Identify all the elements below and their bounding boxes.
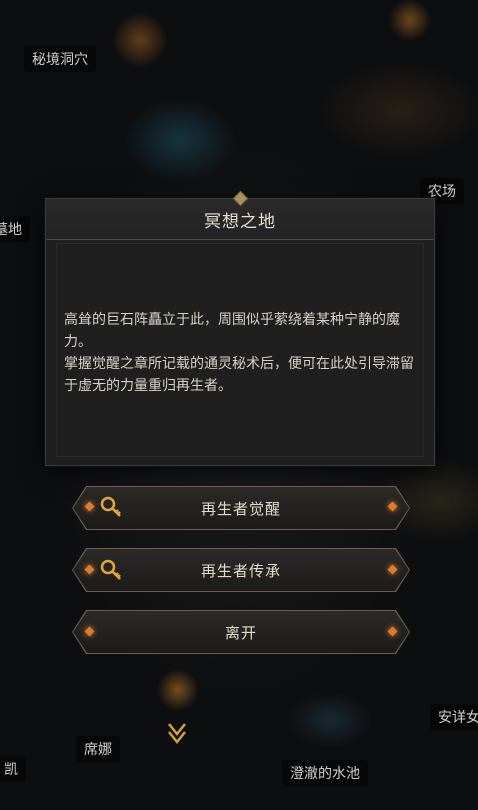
dialog-paragraph-1: 高耸的巨石阵矗立于此，周围似乎萦绕着某种宁静的魔力。: [64, 312, 400, 350]
awaken-button-label[interactable]: 再生者觉醒: [73, 487, 409, 529]
leave-button-label[interactable]: 离开: [73, 611, 409, 653]
location-dialog: 冥想之地 高耸的巨石阵矗立于此，周围似乎萦绕着某种宁静的魔力。 掌握觉醒之章所记…: [45, 190, 435, 466]
inherit-button-label[interactable]: 再生者传承: [73, 549, 409, 591]
location-chevron-icon[interactable]: [166, 720, 188, 748]
map-label-chengche-shuichi[interactable]: 澄澈的水池: [282, 760, 368, 786]
dialog-paragraph-2: 掌握觉醒之章所记载的通灵秘术后，便可在此处引导滞留于虚无的力量重归再生者。: [64, 356, 414, 394]
dialog-description: 高耸的巨石阵矗立于此，周围似乎萦绕着某种宁静的魔力。 掌握觉醒之章所记载的通灵秘…: [64, 309, 416, 397]
map-label-xina[interactable]: 席娜: [76, 736, 120, 762]
map-label-mijing-dongxue[interactable]: 秘境洞穴: [24, 46, 96, 72]
map-label-left-edge-2[interactable]: 凯: [0, 756, 26, 782]
map-label-anxiang[interactable]: 安详女: [430, 704, 478, 730]
map-label-left-edge-1[interactable]: 墓地: [0, 216, 30, 242]
